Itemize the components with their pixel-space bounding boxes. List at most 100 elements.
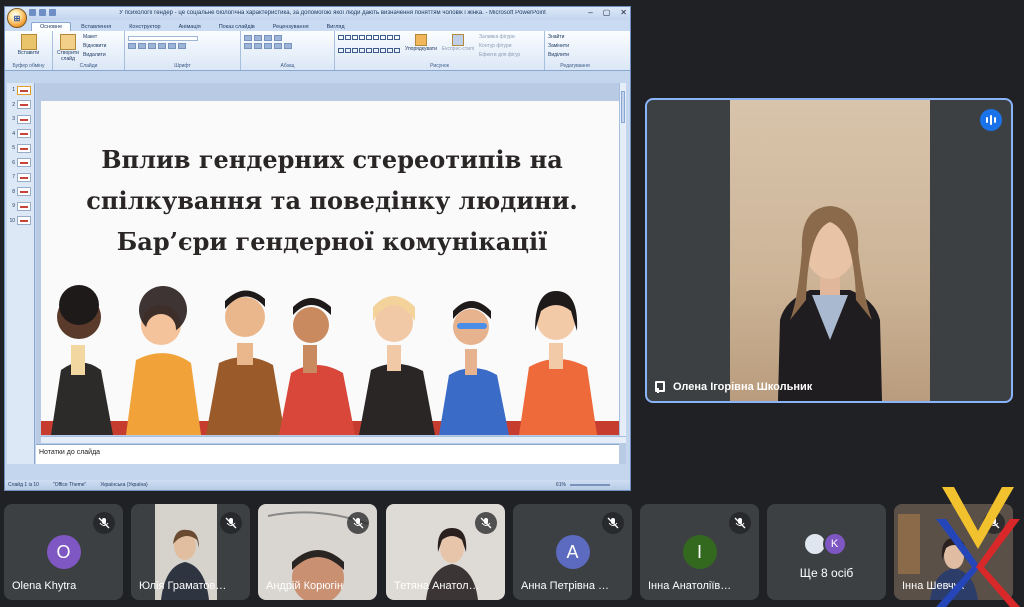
- tab-view[interactable]: Вигляд: [319, 23, 353, 31]
- avatar: K: [822, 532, 847, 556]
- slide-thumbnail[interactable]: 8: [7, 185, 34, 200]
- mic-off-icon: [93, 512, 115, 534]
- tab-slideshow[interactable]: Показ слайдів: [211, 23, 263, 31]
- participant-tile[interactable]: Юлія Граматов…: [131, 504, 250, 600]
- editing-group: Знайти Замінити Виділити Редагування: [545, 31, 605, 70]
- tab-home[interactable]: Основне: [31, 22, 72, 31]
- strike-icon[interactable]: [158, 43, 166, 49]
- mic-off-icon: [220, 512, 242, 534]
- participant-tile[interactable]: A Анна Петрівна …: [513, 504, 632, 600]
- more-avatars: K: [802, 532, 847, 556]
- numbering-icon[interactable]: [254, 35, 262, 41]
- horizontal-scrollbar[interactable]: [41, 436, 626, 443]
- language-indicator[interactable]: Українська (Україна): [100, 482, 147, 488]
- new-slide-button[interactable]: Створити слайд: [56, 50, 80, 62]
- participant-tile[interactable]: I Інна Анатоліїв…: [640, 504, 759, 600]
- speaker-name: Олена Ігорівна Школьник: [673, 381, 813, 393]
- slide-canvas: Вплив гендерних стереотипів на спілкуван…: [36, 83, 626, 464]
- font-name-field[interactable]: [128, 36, 198, 41]
- mic-off-icon: [602, 512, 624, 534]
- zoom-slider[interactable]: [570, 484, 610, 486]
- active-speaker-tile[interactable]: Олена Ігорівна Школьник: [645, 98, 1013, 403]
- powerpoint-window: ⊞ У психології гендер - це соціальне біо…: [4, 6, 631, 491]
- slides-group: Створити слайд Макет Відновити Видалити …: [53, 31, 125, 70]
- align-left-icon[interactable]: [244, 43, 252, 49]
- avatar: I: [682, 535, 717, 569]
- font-group: Шрифт: [125, 31, 241, 70]
- font-group-label: Шрифт: [174, 63, 191, 69]
- line-spacing-icon[interactable]: [274, 35, 282, 41]
- replace-button[interactable]: Замінити: [548, 42, 602, 51]
- notes-pane[interactable]: Нотатки до слайда: [36, 444, 619, 464]
- participant-name: Андрій Корюгін: [266, 580, 344, 592]
- maximize-icon[interactable]: ▢: [603, 8, 611, 17]
- italic-icon[interactable]: [138, 43, 146, 49]
- ppt-window-title: У психології гендер - це соціальне біоло…: [119, 10, 546, 16]
- new-slide-icon[interactable]: [60, 34, 76, 50]
- paste-button[interactable]: Вставити: [8, 50, 49, 56]
- participant-name: Анна Петрівна …: [521, 580, 610, 592]
- justify-icon[interactable]: [274, 43, 282, 49]
- more-participants-tile[interactable]: K Ще 8 осіб: [767, 504, 886, 600]
- shape-effects-button[interactable]: Ефекти для фігур: [479, 51, 520, 60]
- indent-icon[interactable]: [264, 35, 272, 41]
- layout-button[interactable]: Макет: [83, 33, 106, 42]
- save-icon[interactable]: [29, 9, 36, 16]
- editing-group-label: Редагування: [560, 63, 590, 69]
- redo-icon[interactable]: [49, 9, 56, 16]
- underline-icon[interactable]: [148, 43, 156, 49]
- slide-thumbnail[interactable]: 9: [7, 199, 34, 214]
- align-right-icon[interactable]: [264, 43, 272, 49]
- slide-thumbnail[interactable]: 6: [7, 156, 34, 171]
- slide-thumbnail[interactable]: 2: [7, 98, 34, 113]
- bullets-icon[interactable]: [244, 35, 252, 41]
- ppt-title-bar: У психології гендер - це соціальне біоло…: [5, 7, 630, 20]
- pin-icon[interactable]: [653, 381, 665, 393]
- people-illustration: [41, 285, 623, 435]
- reset-button[interactable]: Відновити: [83, 42, 106, 51]
- slide-thumbnail[interactable]: 1: [7, 83, 34, 98]
- participant-tile[interactable]: Тетяна Анатол…: [386, 504, 505, 600]
- shadow-icon[interactable]: [168, 43, 176, 49]
- participant-tile[interactable]: Андрій Корюгін: [258, 504, 377, 600]
- align-center-icon[interactable]: [254, 43, 262, 49]
- arrange-button[interactable]: Упорядкувати: [405, 46, 437, 52]
- zoom-control: 61%: [556, 482, 610, 488]
- tab-design[interactable]: Конструктор: [121, 23, 168, 31]
- slide-thumbnail[interactable]: 3: [7, 112, 34, 127]
- current-slide[interactable]: Вплив гендерних стереотипів на спілкуван…: [41, 101, 623, 435]
- quick-styles-button[interactable]: Експрес-стилі: [442, 46, 474, 52]
- arrange-icon[interactable]: [414, 34, 427, 46]
- shape-fill-button[interactable]: Заливка фігури: [479, 33, 520, 42]
- select-button[interactable]: Виділити: [548, 51, 602, 60]
- tab-review[interactable]: Рецензування: [265, 23, 317, 31]
- participant-tile[interactable]: O Olena Khytra: [4, 504, 123, 600]
- close-icon[interactable]: ✕: [620, 8, 627, 17]
- theme-name: "Office Theme": [52, 482, 87, 488]
- slide-thumbnail[interactable]: 4: [7, 127, 34, 142]
- slide-thumbnail[interactable]: 5: [7, 141, 34, 156]
- ribbon: Вставити Буфер обміну Створити слайд Мак…: [5, 31, 630, 71]
- find-button[interactable]: Знайти: [548, 33, 602, 42]
- drawing-group: Упорядкувати Експрес-стилі Заливка фігур…: [335, 31, 545, 70]
- font-color-icon[interactable]: [178, 43, 186, 49]
- paragraph-group: Абзац: [241, 31, 335, 70]
- tab-insert[interactable]: Вставлення: [73, 23, 119, 31]
- bold-icon[interactable]: [128, 43, 136, 49]
- avatar: A: [555, 535, 590, 569]
- undo-icon[interactable]: [39, 9, 46, 16]
- vertical-scrollbar[interactable]: [619, 83, 626, 438]
- shapes-gallery[interactable]: [338, 35, 400, 60]
- paste-icon[interactable]: [20, 34, 37, 50]
- quick-styles-icon[interactable]: [451, 34, 464, 46]
- columns-icon[interactable]: [284, 43, 292, 49]
- slide-thumbnail[interactable]: 10: [7, 214, 34, 229]
- zoom-level[interactable]: 61%: [556, 482, 566, 488]
- shape-outline-button[interactable]: Контур фігури: [479, 42, 520, 51]
- tab-animation[interactable]: Анімація: [171, 23, 209, 31]
- minimize-icon[interactable]: –: [588, 8, 592, 17]
- notes-placeholder: Нотатки до слайда: [39, 449, 101, 456]
- slide-thumbnail[interactable]: 7: [7, 170, 34, 185]
- office-button[interactable]: ⊞: [7, 8, 27, 28]
- delete-button[interactable]: Видалити: [83, 51, 106, 60]
